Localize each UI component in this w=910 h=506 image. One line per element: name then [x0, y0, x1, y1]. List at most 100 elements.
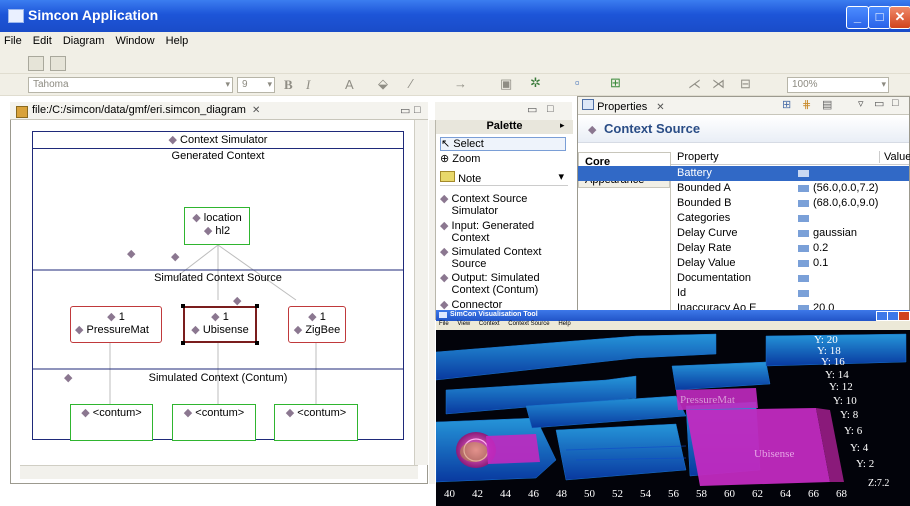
tab-close-icon[interactable]: ✕: [656, 102, 664, 113]
value-icon: [798, 244, 809, 252]
y-tick: Y: 6: [844, 425, 863, 437]
vis-menu-context-source[interactable]: Context Source: [508, 321, 549, 327]
value-column-header[interactable]: Value: [879, 151, 910, 163]
source-icon: ◆: [308, 311, 317, 323]
palette-collapse-icon[interactable]: ▸: [560, 120, 565, 131]
y-tick: Y: 14: [825, 369, 849, 381]
property-row-delay-rate[interactable]: Delay Rate 0.2: [578, 241, 909, 256]
x-tick: 48: [556, 488, 567, 500]
x-tick: 40: [444, 488, 455, 500]
wall-segment: [555, 423, 687, 481]
zigbee-region: [486, 434, 540, 464]
vis-menu-context[interactable]: Context: [479, 321, 500, 327]
value-icon: [798, 229, 809, 237]
contum-node[interactable]: ◆ <contum>: [274, 404, 358, 441]
properties-header: ◆ Context Source: [578, 116, 909, 143]
vis-menu-help[interactable]: Help: [558, 321, 570, 327]
x-tick: 54: [640, 488, 651, 500]
y-tick: Y: 16: [821, 356, 845, 368]
palette-item-icon: ◆: [440, 272, 449, 284]
vis-menu-view[interactable]: View: [457, 321, 470, 327]
view-minimize-icon[interactable]: ▭: [874, 97, 884, 110]
value-icon: [798, 169, 809, 177]
palette: Palette ▸ ↖ Select ⊕ Zoom Note ▾ ◆ Contex…: [435, 120, 573, 320]
visualisation-close-button[interactable]: [898, 311, 910, 321]
location-node[interactable]: ◆ location ◆ hl2: [184, 207, 250, 245]
property-column-header[interactable]: Property: [677, 151, 719, 163]
source-icon: ◆: [191, 324, 200, 336]
properties-tab[interactable]: Properties ✕: [582, 99, 665, 113]
property-row-documentation[interactable]: Documentation: [578, 271, 909, 286]
palette-select[interactable]: ↖ Select: [440, 137, 566, 151]
advanced-icon[interactable]: ▤: [822, 98, 832, 111]
zigbee-node[interactable]: ◆ 1 ◆ ZigBee: [288, 306, 346, 343]
visualisation-title: SimCon Visualisation Tool: [450, 311, 538, 318]
simulated-context-contum-label: Simulated Context (Contum): [148, 372, 288, 384]
property-row-id[interactable]: Id: [578, 286, 909, 301]
view-minimize-icon[interactable]: ▭: [527, 103, 537, 116]
selection-handle[interactable]: [255, 304, 259, 308]
visualisation-menu-bar: File View Context Context Source Help: [436, 321, 910, 330]
diamond-icon: ◆: [127, 248, 136, 260]
contum-node[interactable]: ◆ <contum>: [172, 404, 256, 441]
selection-handle[interactable]: [181, 304, 185, 308]
properties-table-header: Property Value: [671, 150, 910, 165]
palette-input-generated-context[interactable]: ◆ Input: Generated Context: [440, 220, 534, 244]
value-icon: [798, 184, 809, 192]
x-tick: 60: [724, 488, 735, 500]
palette-note[interactable]: Note ▾: [440, 171, 568, 186]
diamond-icon: ◆: [171, 251, 180, 263]
palette-item-icon: ◆: [440, 220, 449, 232]
editor-horizontal-scrollbar[interactable]: [20, 465, 418, 479]
vis-menu-file[interactable]: File: [439, 321, 449, 327]
x-tick: 62: [752, 488, 763, 500]
source-icon: ◆: [107, 311, 116, 323]
z-label: Z:7.2: [868, 478, 890, 489]
property-row-bounded-b[interactable]: Bounded B (68.0,6.0,9.0): [578, 196, 909, 211]
device-glow-core: [460, 442, 488, 462]
y-tick: Y: 10: [833, 395, 857, 407]
palette-simulated-context-source[interactable]: ◆ Simulated Context Source: [440, 246, 541, 270]
property-row-categories[interactable]: Categories: [578, 211, 909, 226]
pressuremat-label: PressureMat: [680, 394, 735, 406]
location-icon: ◆: [192, 212, 201, 224]
property-row-delay-value[interactable]: Delay Value 0.1: [578, 256, 909, 271]
zoom-icon: ⊕: [440, 153, 450, 165]
view-maximize-icon[interactable]: □: [892, 97, 899, 109]
filter-icon[interactable]: ⋕: [802, 98, 811, 111]
selection-handle[interactable]: [255, 341, 259, 345]
palette-output-simulated-context[interactable]: ◆ Output: Simulated Context (Contum): [440, 272, 540, 296]
y-tick: Y: 2: [856, 458, 875, 470]
pressuremat-node[interactable]: ◆ 1 ◆ PressureMat: [70, 306, 162, 343]
editor-tab-strip-extension: ▭ □: [435, 102, 572, 120]
categories-icon[interactable]: ⊞: [782, 98, 791, 111]
x-tick: 44: [500, 488, 511, 500]
selection-handle[interactable]: [181, 341, 185, 345]
x-tick: 46: [528, 488, 539, 500]
value-icon: [798, 289, 809, 297]
simulated-context-source-label: Simulated Context Source: [154, 272, 282, 284]
cursor-icon: ↖: [441, 138, 451, 150]
property-row-battery[interactable]: Battery: [578, 166, 909, 181]
x-axis-labels: 40 42 44 46 48 50 52 54 56 58 60 62 64 6…: [444, 488, 864, 502]
x-tick: 52: [612, 488, 623, 500]
x-tick: 66: [808, 488, 819, 500]
contum-icon: ◆: [81, 407, 90, 419]
palette-title: Palette: [436, 120, 573, 134]
editor-vertical-scrollbar[interactable]: [414, 120, 428, 465]
ubisense-node[interactable]: ◆ 1 ◆ Ubisense: [183, 306, 257, 343]
hl2-icon: ◆: [203, 225, 213, 237]
palette-context-source-simulator[interactable]: ◆ Context Source Simulator: [440, 193, 527, 217]
contum-node[interactable]: ◆ <contum>: [70, 404, 153, 441]
y-tick: Y: 4: [850, 442, 869, 454]
x-tick: 64: [780, 488, 791, 500]
properties-header-title: Context Source: [604, 121, 701, 136]
view-menu-icon[interactable]: ▿: [858, 97, 864, 110]
palette-zoom[interactable]: ⊕ Zoom: [440, 153, 480, 165]
property-row-delay-curve[interactable]: Delay Curve gaussian: [578, 226, 909, 241]
x-tick: 50: [584, 488, 595, 500]
property-row-bounded-a[interactable]: Bounded A (56.0,0.0,7.2): [578, 181, 909, 196]
view-maximize-icon[interactable]: □: [547, 103, 554, 115]
visualisation-title-bar: SimCon Visualisation Tool: [436, 310, 910, 321]
x-tick: 56: [668, 488, 679, 500]
